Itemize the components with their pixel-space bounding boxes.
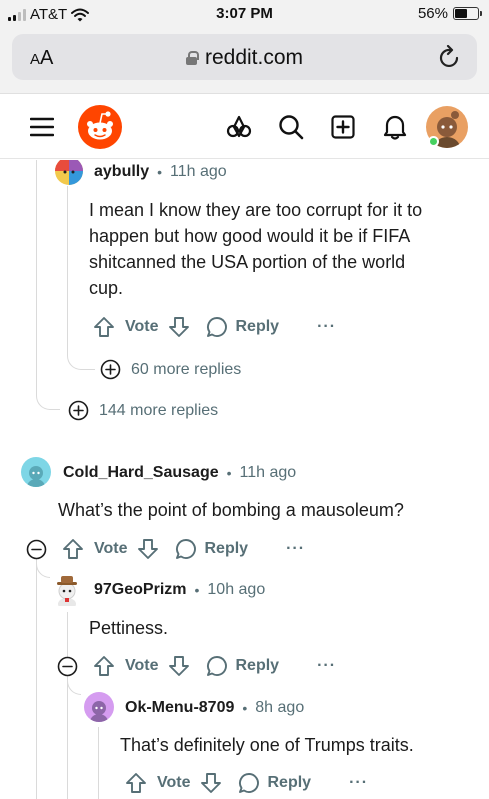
thread-line (67, 612, 68, 799)
thread-line (67, 186, 68, 356)
comment-body: I mean I know they are too corrupt for i… (89, 200, 423, 298)
snoo-avatar-icon (90, 701, 108, 722)
vote-label: Vote (125, 318, 159, 335)
status-bar: AT&T 3:07 PM 56% (0, 0, 489, 30)
comment-body: Pettiness. (89, 618, 169, 638)
reply-button[interactable]: Reply (235, 657, 279, 675)
notifications-bell-icon[interactable] (383, 113, 407, 141)
thread-connector (67, 346, 95, 370)
reply-bubble-icon[interactable] (206, 316, 228, 338)
comment-avatar[interactable] (21, 457, 51, 487)
comment-header: Cold_Hard_Sausage • 11h ago (63, 464, 296, 482)
clock: 3:07 PM (216, 5, 273, 22)
thread-line (36, 558, 37, 799)
thread-connector (67, 681, 81, 695)
expand-plus-icon[interactable] (68, 400, 89, 421)
downvote-icon[interactable] (137, 538, 159, 560)
battery-icon (453, 7, 482, 20)
comment-body: What’s the point of bombing a mausoleum? (58, 500, 404, 520)
reddit-logo-icon[interactable] (78, 105, 122, 149)
comment-timestamp: 11h ago (239, 464, 297, 481)
comment-actions: Vote Reply ··· (57, 655, 336, 677)
reddit-header (0, 95, 489, 159)
comment-username[interactable]: aybully (94, 163, 149, 181)
status-right: 56% (417, 5, 482, 22)
comment-actions: Vote Reply ··· (26, 538, 305, 560)
meta-separator: • (194, 582, 200, 598)
reply-button[interactable]: Reply (235, 318, 279, 336)
snoo-avatar-icon (57, 576, 77, 606)
comment-actions: Vote Reply ··· (93, 316, 336, 338)
vote-label: Vote (94, 540, 128, 557)
online-status-dot (428, 136, 439, 147)
comment-username[interactable]: Cold_Hard_Sausage (63, 464, 219, 482)
meta-separator: • (157, 164, 163, 180)
comment-timestamp: 11h ago (170, 163, 227, 180)
comment-actions: Vote Reply ··· (125, 772, 368, 794)
create-post-icon[interactable] (331, 115, 355, 139)
reply-bubble-icon[interactable] (206, 655, 228, 677)
comment-timestamp: 8h ago (255, 699, 305, 716)
comment-header: 97GeoPrizm • 10h ago (94, 581, 265, 599)
downvote-icon[interactable] (168, 316, 190, 338)
comment-avatar[interactable] (84, 692, 114, 722)
browser-toolbar: AA reddit.com (0, 30, 489, 94)
battery-percent: 56% (417, 5, 448, 22)
popular-icon[interactable] (226, 115, 252, 139)
comment-avatar[interactable] (52, 574, 82, 606)
thread-line (36, 160, 37, 396)
comment-avatar[interactable] (54, 160, 84, 188)
thread-line (98, 727, 99, 799)
comment-username[interactable]: Ok-Menu-8709 (125, 699, 234, 717)
comment-header: aybully • 11h ago (94, 163, 227, 181)
upvote-icon[interactable] (125, 772, 147, 794)
downvote-icon[interactable] (200, 772, 222, 794)
reply-bubble-icon[interactable] (175, 538, 197, 560)
more-replies-label[interactable]: 60 more replies (131, 361, 241, 379)
more-options-icon[interactable]: ··· (317, 318, 336, 336)
search-icon[interactable] (278, 114, 304, 140)
collapse-minus-icon[interactable] (57, 656, 78, 677)
address-bar[interactable]: AA reddit.com (12, 34, 477, 80)
comment-timestamp: 10h ago (207, 581, 266, 598)
more-options-icon[interactable]: ··· (286, 540, 305, 558)
more-replies-label[interactable]: 144 more replies (99, 402, 218, 420)
expand-plus-icon[interactable] (100, 359, 121, 380)
menu-icon[interactable] (30, 117, 54, 137)
upvote-icon[interactable] (93, 655, 115, 677)
url-text: reddit.com (204, 46, 304, 69)
more-options-icon[interactable]: ··· (349, 774, 368, 792)
upvote-icon[interactable] (93, 316, 115, 338)
downvote-icon[interactable] (168, 655, 190, 677)
meta-separator: • (226, 465, 232, 481)
lock-icon (185, 51, 199, 65)
more-options-icon[interactable]: ··· (317, 657, 336, 675)
reply-bubble-icon[interactable] (238, 772, 260, 794)
vote-label: Vote (157, 774, 191, 791)
more-replies-link[interactable]: 144 more replies (68, 400, 218, 421)
snoo-avatar-icon (55, 160, 83, 185)
snoo-avatar-icon (27, 466, 45, 487)
comment-username[interactable]: 97GeoPrizm (94, 581, 186, 599)
collapse-minus-icon[interactable] (26, 539, 47, 560)
thread-connector (36, 386, 60, 410)
comment-header: Ok-Menu-8709 • 8h ago (125, 699, 304, 717)
reply-button[interactable]: Reply (267, 774, 311, 792)
comments-section: aybully • 11h ago I mean I know they are… (0, 160, 489, 799)
upvote-icon[interactable] (62, 538, 84, 560)
comment-body: That’s definitely one of Trumps traits. (120, 735, 414, 755)
thread-connector (36, 564, 50, 578)
vote-label: Vote (125, 657, 159, 674)
meta-separator: • (242, 700, 248, 716)
reload-icon[interactable] (439, 45, 461, 69)
reply-button[interactable]: Reply (204, 540, 248, 558)
url-display[interactable]: reddit.com (12, 46, 477, 70)
more-replies-link[interactable]: 60 more replies (100, 359, 241, 380)
